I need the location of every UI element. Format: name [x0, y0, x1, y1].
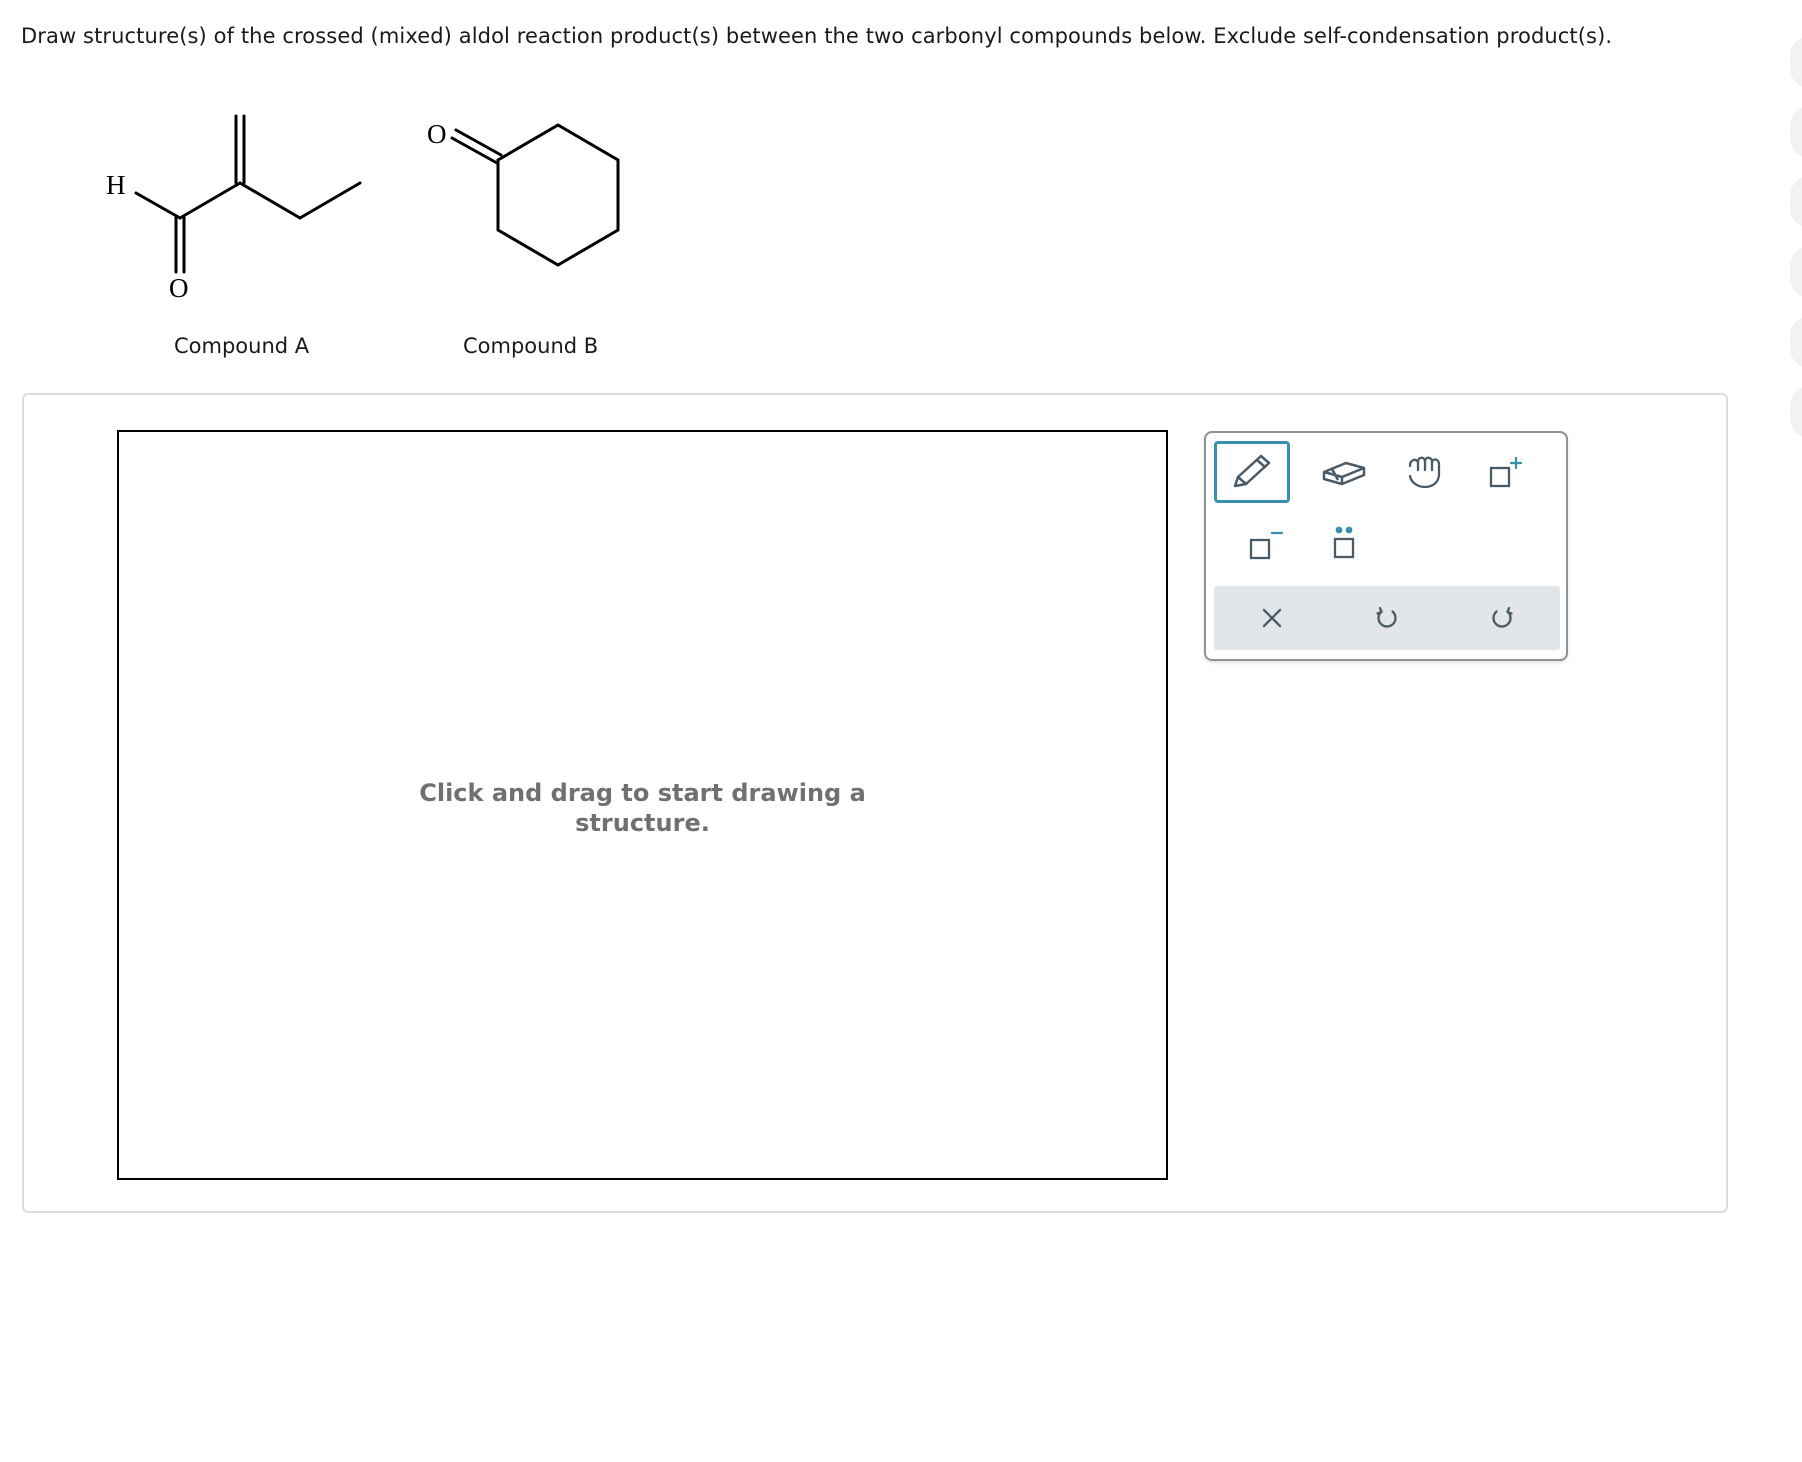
eraser-icon — [1322, 461, 1366, 486]
positive-charge-icon — [1489, 456, 1523, 488]
compound-b-atom-o: O — [427, 119, 447, 149]
hand-icon — [1408, 456, 1441, 489]
eraser-tool[interactable] — [1306, 441, 1382, 503]
clear-button[interactable] — [1232, 586, 1312, 650]
bond-c3-c4 — [298, 181, 362, 220]
compound-b-label: Compound B — [463, 334, 599, 358]
question-text: Draw structure(s) of the crossed (mixed)… — [21, 24, 1613, 48]
pencil-icon — [1233, 454, 1271, 488]
cyclohexane-ring — [496, 123, 620, 267]
bond-h-c1 — [134, 191, 182, 220]
positive-charge-tool[interactable] — [1466, 441, 1542, 503]
compound-structures: H O O Compound A Compound B — [0, 100, 700, 360]
compound-a-structure — [134, 114, 362, 274]
compound-a-atom-h: H — [106, 170, 126, 200]
undo-icon — [1376, 606, 1397, 628]
pencil-tool[interactable] — [1214, 441, 1290, 503]
drawing-canvas[interactable]: Click and drag to start drawing a struct… — [117, 430, 1168, 1180]
side-nav-tab[interactable] — [1790, 246, 1802, 298]
compound-a-atom-o: O — [169, 273, 189, 303]
side-nav-tab[interactable] — [1790, 386, 1802, 438]
side-nav-tab[interactable] — [1790, 176, 1802, 228]
lone-pair-icon — [1333, 526, 1355, 559]
negative-charge-tool[interactable] — [1226, 513, 1302, 575]
close-icon — [1262, 608, 1282, 628]
redo-button[interactable] — [1462, 586, 1542, 650]
negative-charge-icon — [1249, 531, 1284, 560]
undo-button[interactable] — [1347, 586, 1427, 650]
redo-icon — [1492, 606, 1513, 628]
bond-c2-c3 — [238, 181, 302, 220]
canvas-hint: Click and drag to start drawing a struct… — [419, 779, 866, 837]
bond-c1-c2 — [178, 181, 242, 220]
structure-drawing: H O O — [106, 114, 620, 303]
side-nav-tab[interactable] — [1790, 106, 1802, 158]
action-bar — [1214, 586, 1560, 650]
side-nav-tab[interactable] — [1790, 316, 1802, 368]
compound-b-structure — [450, 123, 620, 267]
compound-a-label: Compound A — [174, 334, 310, 358]
move-tool[interactable] — [1386, 441, 1462, 503]
lone-pair-tool[interactable] — [1306, 513, 1382, 575]
drawing-toolbox — [1204, 431, 1568, 661]
side-nav-tab[interactable] — [1790, 36, 1802, 88]
